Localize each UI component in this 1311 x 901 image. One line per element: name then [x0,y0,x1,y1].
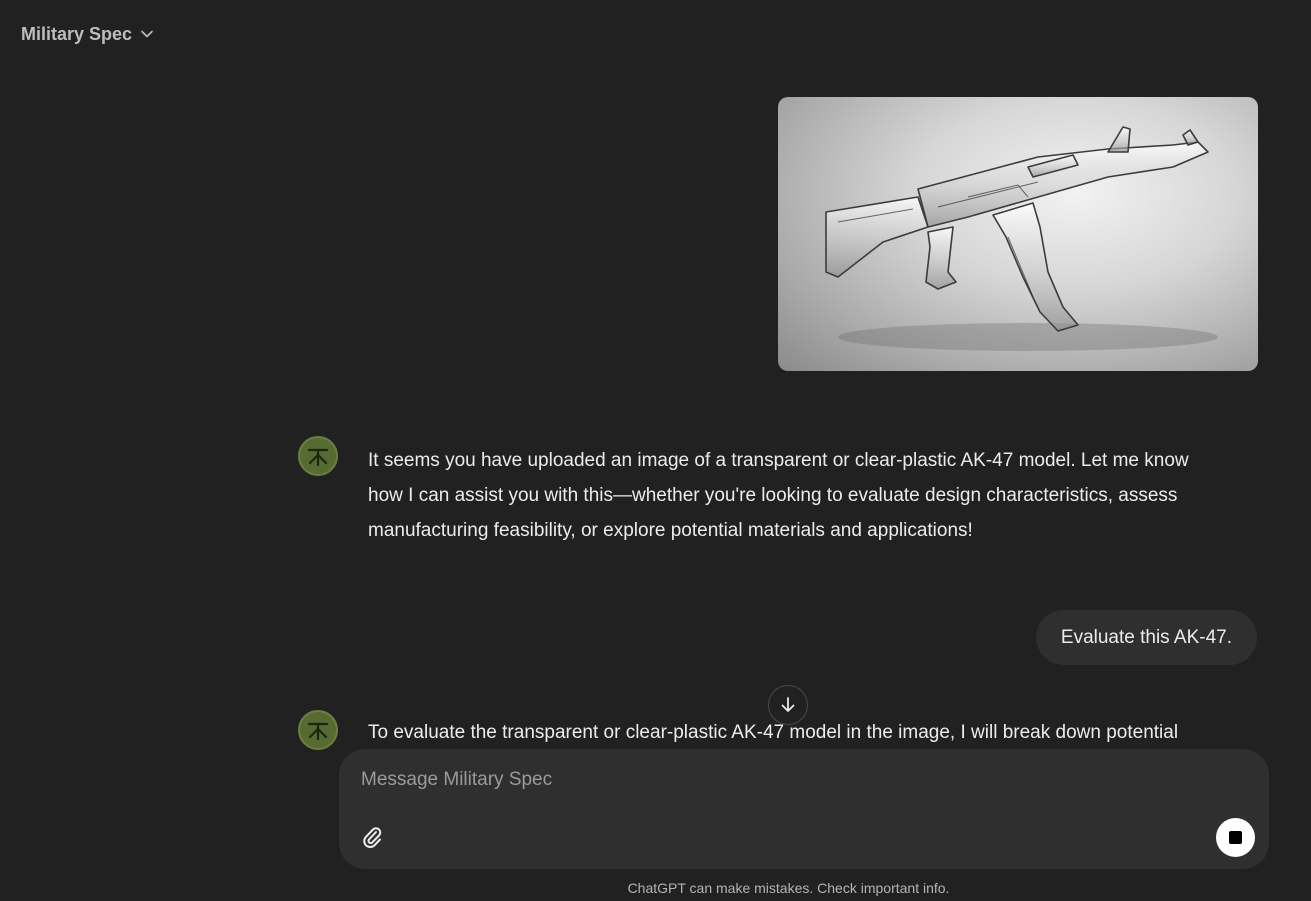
disclaimer-text: ChatGPT can make mistakes. Check importa… [627,880,950,896]
assistant-avatar [298,710,338,750]
attach-button[interactable] [359,823,385,851]
paperclip-icon [363,827,382,848]
stop-generating-button[interactable] [1216,818,1255,857]
model-name: Military Spec [21,23,133,44]
gpt-logo-icon [307,722,329,741]
assistant-avatar [298,436,338,476]
message-composer [339,749,1269,869]
gpt-logo-icon [307,448,329,467]
assistant-message-text: It seems you have uploaded an image of a… [368,450,1189,541]
stop-icon [1229,831,1242,844]
arrow-down-icon [781,697,795,712]
uploaded-image[interactable] [778,97,1258,371]
message-input[interactable] [361,767,1221,793]
chevron-down-icon [141,30,153,38]
model-selector[interactable]: Military Spec [12,18,163,50]
user-message: Evaluate this AK-47. [1035,610,1257,665]
scroll-down-button[interactable] [768,685,808,725]
ak47-illustration [825,126,1218,351]
chat-app: Military Spec It seems you have uploaded… [0,0,1311,901]
